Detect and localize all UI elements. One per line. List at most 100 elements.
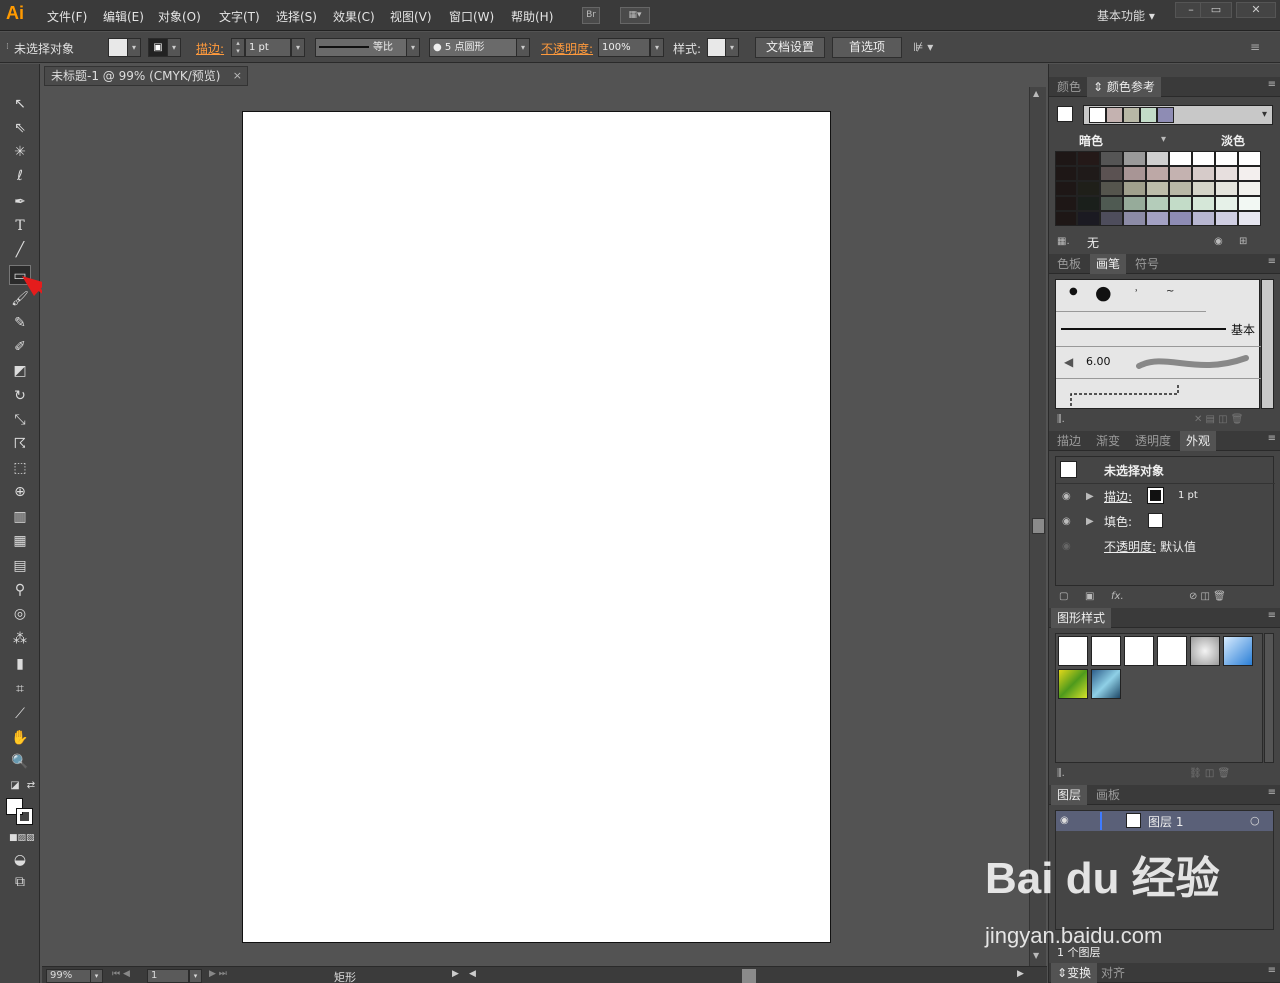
guide-swatch[interactable] — [1215, 196, 1238, 211]
guide-swatch[interactable] — [1100, 211, 1123, 226]
tab-align[interactable]: 对齐 — [1095, 963, 1131, 983]
tab-color[interactable]: 颜色 — [1051, 77, 1087, 97]
guide-swatch[interactable] — [1123, 196, 1146, 211]
opacity-visibility-eye-icon[interactable]: ◉ — [1062, 541, 1071, 552]
edit-colors-icon[interactable]: ◉ — [1214, 236, 1223, 247]
menu-effect[interactable]: 效果(C) — [333, 8, 375, 25]
scale-tool-icon[interactable]: ⤡ — [9, 410, 31, 430]
gradient-tool-icon[interactable]: ▤ — [9, 556, 31, 576]
art-brush-stroke[interactable] — [1136, 348, 1251, 376]
artboard-number-field[interactable]: 1 — [147, 969, 189, 983]
guide-swatch[interactable] — [1169, 166, 1192, 181]
layer-name[interactable]: 图层 1 — [1148, 813, 1183, 830]
guide-swatch[interactable] — [1100, 196, 1123, 211]
brush-calligraphic-icon[interactable]: ˒ — [1135, 286, 1138, 297]
menu-edit[interactable]: 编辑(E) — [103, 8, 144, 25]
guide-swatch[interactable] — [1146, 211, 1169, 226]
shape-builder-tool-icon[interactable]: ⊕ — [9, 482, 31, 502]
style-blue-texture[interactable] — [1091, 669, 1121, 699]
document-tab[interactable]: 未标题-1 @ 99% (CMYK/预览) × — [44, 66, 248, 86]
workspace-switcher[interactable]: 基本功能 ▾ — [1097, 7, 1155, 24]
guide-swatch[interactable] — [1215, 166, 1238, 181]
guide-swatch[interactable] — [1077, 151, 1100, 166]
layers-panel-menu-icon[interactable]: ≡ — [1268, 787, 1276, 798]
fill-expand-icon[interactable]: ▶ — [1086, 516, 1094, 527]
vertical-scrollbar[interactable]: ▲ ▼ — [1029, 87, 1046, 966]
slice-tool-icon[interactable]: ⟋ — [9, 704, 31, 724]
appearance-stroke-label[interactable]: 描边: — [1104, 488, 1132, 505]
guide-swatch[interactable] — [1238, 166, 1261, 181]
status-menu-icon[interactable]: ▶ — [452, 969, 459, 979]
style-default[interactable] — [1058, 636, 1088, 666]
close-document-icon[interactable]: × — [233, 67, 242, 85]
artboard[interactable] — [242, 111, 831, 943]
bridge-button[interactable]: Br — [582, 7, 600, 24]
guide-swatch[interactable] — [1192, 196, 1215, 211]
stroke-label[interactable]: 描边: — [196, 40, 224, 57]
pen-tool-icon[interactable]: ✒ — [9, 192, 31, 212]
clear-appearance-icon[interactable]: ⊘ ◫ 🗑 — [1189, 591, 1226, 602]
guide-base-swatch[interactable] — [1055, 166, 1077, 181]
scroll-left-icon[interactable]: ◀ — [469, 969, 476, 979]
tab-layers[interactable]: 图层 — [1051, 785, 1088, 805]
document-setup-button[interactable]: 文档设置 — [755, 37, 825, 58]
guide-swatch[interactable] — [1146, 166, 1169, 181]
brush-scrollbar[interactable] — [1261, 279, 1274, 409]
tab-transform[interactable]: ⇕变换 — [1051, 963, 1098, 983]
brush-select[interactable]: ● 5 点圆形 — [429, 38, 517, 57]
guide-swatch[interactable] — [1192, 181, 1215, 196]
eyedropper-tool-icon[interactable]: ⚲ — [9, 580, 31, 600]
artboard-tool-icon[interactable]: ⌗ — [9, 679, 31, 699]
guide-swatch[interactable] — [1169, 196, 1192, 211]
guide-swatch[interactable] — [1215, 211, 1238, 226]
style-no-stroke[interactable] — [1157, 636, 1187, 666]
harmony-dropdown-icon[interactable]: ▾ — [1262, 109, 1267, 120]
add-fill-icon[interactable]: ▣ — [1085, 591, 1094, 602]
add-effect-icon[interactable]: fx. — [1111, 591, 1124, 602]
menu-object[interactable]: 对象(O) — [158, 8, 201, 25]
layer-row[interactable]: ◉ 图层 1 ○ — [1056, 811, 1273, 831]
tab-symbols[interactable]: 符号 — [1129, 254, 1165, 274]
graphic-styles-scrollbar[interactable] — [1264, 633, 1274, 763]
selection-tool-icon[interactable]: ↖ — [9, 94, 31, 114]
fill-swatch[interactable] — [108, 38, 128, 57]
guide-swatch[interactable] — [1123, 151, 1146, 166]
guide-swatch[interactable] — [1146, 151, 1169, 166]
scroll-right-icon[interactable]: ▶ — [1017, 969, 1024, 979]
remove-stroke-icon[interactable]: ✕ ▤ ◫ 🗑 — [1194, 414, 1244, 425]
add-stroke-icon[interactable]: ▢ — [1059, 591, 1068, 602]
guide-swatch[interactable] — [1123, 181, 1146, 196]
guide-swatch[interactable] — [1169, 151, 1192, 166]
guide-swatch[interactable] — [1238, 151, 1261, 166]
guide-swatch[interactable] — [1238, 181, 1261, 196]
tab-appearance[interactable]: 外观 — [1180, 431, 1217, 451]
drawing-mode-icon[interactable]: ◒ — [9, 850, 31, 870]
pencil-tool-icon[interactable]: ✎ — [9, 313, 31, 333]
harmony-swatch[interactable] — [1106, 107, 1123, 123]
appearance-opacity-label[interactable]: 不透明度: — [1104, 538, 1156, 555]
color-panel-menu-icon[interactable]: ≡ — [1268, 79, 1276, 90]
tab-color-guide[interactable]: ⇕ 颜色参考 — [1087, 77, 1161, 97]
appearance-panel-menu-icon[interactable]: ≡ — [1268, 433, 1276, 444]
stroke-dropdown[interactable]: ▾ — [167, 38, 181, 57]
basic-brush-stroke[interactable] — [1061, 328, 1226, 330]
tab-stroke[interactable]: 描边 — [1051, 431, 1087, 451]
guide-swatch[interactable] — [1192, 151, 1215, 166]
opacity-label[interactable]: 不透明度: — [541, 40, 593, 57]
tab-graphic-styles[interactable]: 图形样式 — [1051, 608, 1112, 628]
zoom-field[interactable]: 99% — [46, 969, 91, 983]
menu-view[interactable]: 视图(V) — [390, 8, 432, 25]
style-dropdown[interactable]: ▾ — [725, 38, 739, 57]
free-transform-tool-icon[interactable]: ⬚ — [9, 458, 31, 478]
blend-tool-icon[interactable]: ◎ — [9, 604, 31, 624]
fill-visibility-eye-icon[interactable]: ◉ — [1062, 516, 1071, 527]
menu-type[interactable]: 文字(T) — [219, 8, 260, 25]
eraser-tool-icon[interactable]: ◩ — [9, 361, 31, 381]
brush-panel-menu-icon[interactable]: ≡ — [1268, 256, 1276, 267]
guide-swatch[interactable] — [1077, 196, 1100, 211]
line-tool-icon[interactable]: ╱ — [9, 240, 31, 260]
style-default-text[interactable] — [1091, 636, 1121, 666]
perspective-grid-tool-icon[interactable]: ▥ — [9, 507, 31, 527]
stroke-color-box[interactable] — [16, 808, 33, 825]
menu-select[interactable]: 选择(S) — [276, 8, 317, 25]
